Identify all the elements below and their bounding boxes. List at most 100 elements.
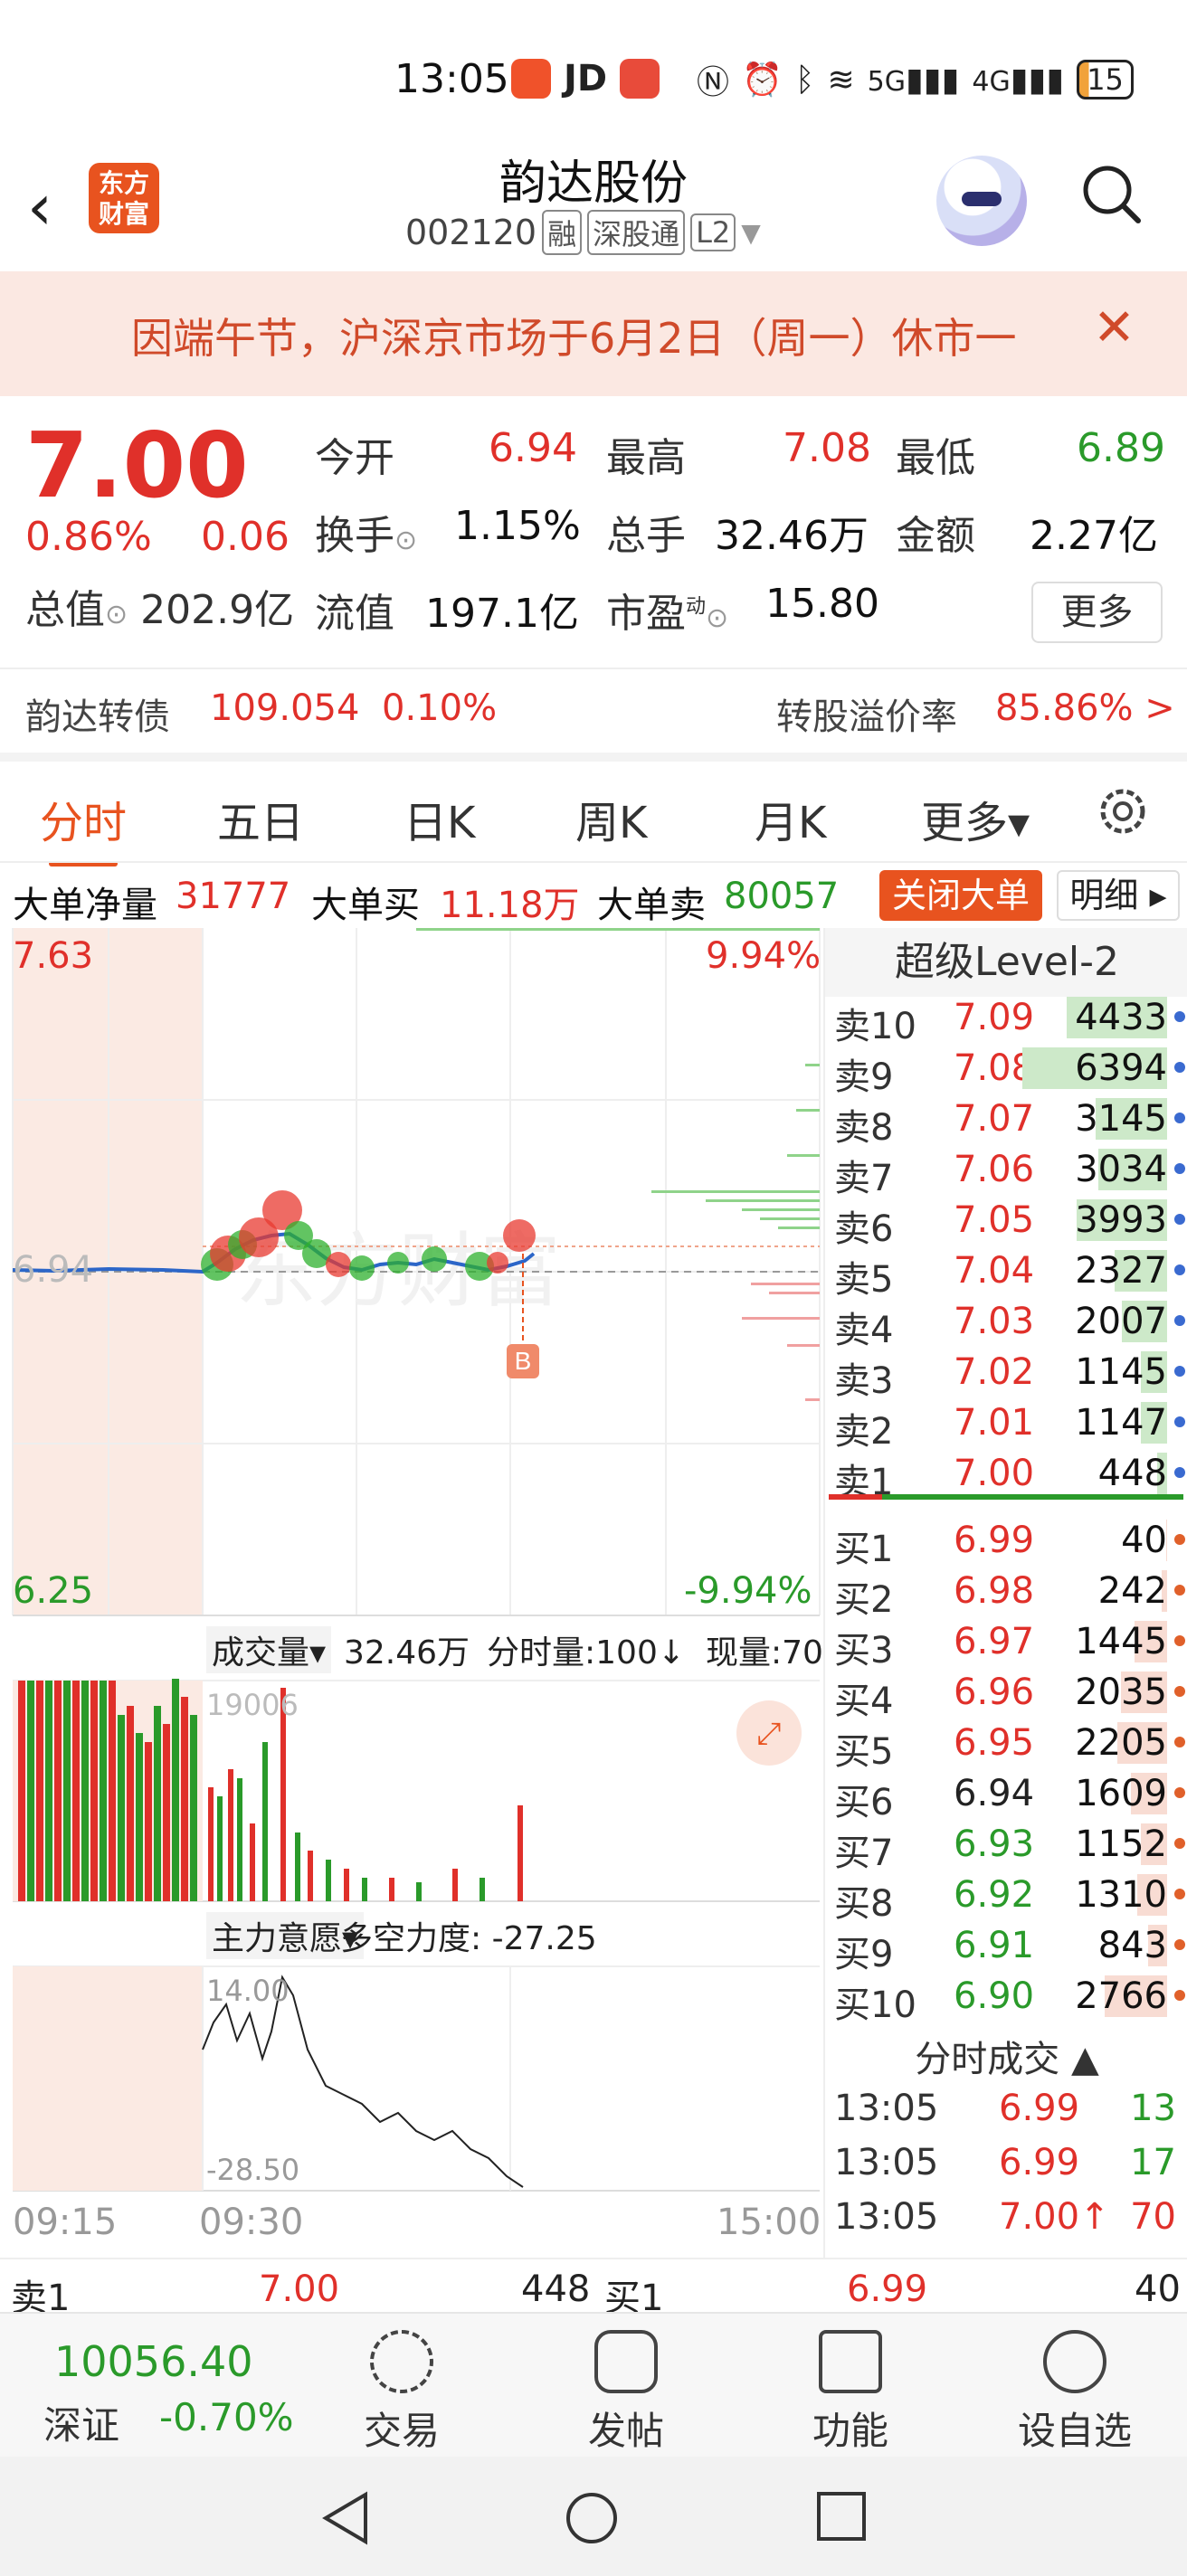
gear-icon[interactable] (1093, 781, 1153, 841)
stock-subtitle[interactable]: 002120 融 深股通 L2 ▼ (405, 210, 761, 255)
nav-post[interactable]: 发帖 (554, 2330, 698, 2456)
volume-label: 总手 (606, 513, 686, 559)
bid-row[interactable]: 买10 6.90 2766 (825, 1970, 1187, 2026)
more-dots-icon (1043, 2330, 1106, 2393)
buy-value: 11.18万 (440, 885, 580, 926)
trades-header[interactable]: 分时成交 ▲ (825, 2030, 1187, 2082)
ask-row[interactable]: 卖4 7.03 2007 (825, 1295, 1187, 1351)
ask-row[interactable]: 卖9 7.08 6394 (825, 1042, 1187, 1098)
premium-value: 85.86% > (995, 687, 1175, 729)
bid-qty: 40 (1121, 1520, 1167, 1561)
bid-qty: 2035 (1075, 1672, 1167, 1713)
ask-row[interactable]: 卖8 7.07 3145 (825, 1093, 1187, 1149)
net-label: 大单净量 (13, 885, 157, 926)
bid-price: 6.95 (954, 1722, 1035, 1764)
search-icon[interactable] (1078, 161, 1144, 226)
tab-five-day[interactable]: 五日 (217, 787, 304, 850)
bid-price: 6.97 (954, 1621, 1035, 1662)
home-circle-icon[interactable] (565, 2491, 619, 2545)
detail-button[interactable]: 明细 ▸ (1057, 870, 1180, 921)
premium-label: 转股溢价率 (776, 696, 957, 738)
holiday-notice-banner[interactable]: 因端午节，沪深京市场于6月2日（周一）休市一 ✕ (0, 271, 1187, 396)
intraday-chart[interactable]: 东方财富 B (0, 928, 823, 2258)
ask-dot-icon (1174, 1416, 1185, 1427)
float-cap-value: 197.1亿 (425, 591, 579, 637)
info-icon[interactable]: ⊙ (394, 525, 417, 556)
bid-row[interactable]: 买6 6.94 1609 (825, 1767, 1187, 1823)
index-value: 10056.40 (54, 2337, 253, 2386)
ask-qty: 6394 (1075, 1047, 1167, 1089)
depth-bars-sell (742, 1283, 820, 1401)
ask-row[interactable]: 卖2 7.01 1147 (825, 1397, 1187, 1453)
ref-price-label: 6.94 (13, 1249, 94, 1291)
index-name: 深证 (43, 2403, 120, 2448)
chevron-down-icon: ▼ (741, 217, 761, 248)
ask-dot-icon (1174, 1214, 1185, 1225)
notice-text: 因端午节，沪深京市场于6月2日（周一）休市一 (131, 314, 1017, 363)
close-big-order-button[interactable]: 关闭大单 (879, 870, 1042, 921)
tab-intraday[interactable]: 分时 (40, 787, 127, 867)
strip-ask-qty: 448 (521, 2268, 591, 2310)
bid-row[interactable]: 买4 6.96 2035 (825, 1666, 1187, 1722)
ask-row[interactable]: 卖10 7.09 4433 (825, 991, 1187, 1047)
tab-more[interactable]: 更多▾ (921, 787, 1030, 850)
bid-price: 6.93 (954, 1823, 1035, 1865)
tab-monthly-k[interactable]: 月K (755, 787, 826, 850)
ask-row[interactable]: 卖7 7.06 3034 (825, 1143, 1187, 1199)
turnover-label: 换手⊙ (315, 513, 418, 559)
ask-price: 7.02 (954, 1351, 1035, 1393)
nav-trade[interactable]: 交易 (329, 2330, 474, 2456)
recents-square-icon[interactable] (816, 2491, 867, 2542)
ask-row[interactable]: 卖3 7.02 1145 (825, 1346, 1187, 1402)
ask-price: 7.04 (954, 1250, 1035, 1292)
bid-qty: 1445 (1075, 1621, 1167, 1662)
bid-row[interactable]: 买7 6.93 1152 (825, 1818, 1187, 1874)
bid-row[interactable]: 买3 6.97 1445 (825, 1615, 1187, 1672)
ask-row[interactable]: 卖1 7.00 448 (825, 1447, 1187, 1503)
ask-row[interactable]: 卖5 7.04 2327 (825, 1245, 1187, 1301)
stock-code: 002120 (405, 213, 537, 252)
status-indicators: Ⓝ ⏰ ᛒ ≋ 5G▮▮▮ 4G▮▮▮ 15 (697, 56, 1134, 103)
more-button[interactable]: 更多 (1031, 582, 1163, 643)
level2-header[interactable]: 超级Level-2 (825, 928, 1187, 997)
convertible-bond-row[interactable]: 韵达转债 109.054 0.10% 转股溢价率 85.86% > (0, 668, 1187, 751)
indicator-low: -28.50 (206, 2153, 300, 2187)
tick-volume: 分时量:100↓ (487, 1634, 686, 1672)
bid-dot-icon (1174, 1990, 1185, 2001)
bond-label: 韵达转债 (25, 696, 170, 738)
edit-icon (594, 2330, 658, 2393)
info-icon[interactable]: ⊙ (706, 602, 728, 634)
ask-dot-icon (1174, 1113, 1185, 1123)
time-open: 09:30 (199, 2202, 304, 2243)
nav-functions[interactable]: 功能 (778, 2330, 923, 2456)
ask-qty: 3145 (1075, 1098, 1167, 1140)
ask-row[interactable]: 卖6 7.05 3993 (825, 1194, 1187, 1250)
index-change: -0.70% (159, 2395, 294, 2439)
buy-marker-text: B (515, 1347, 532, 1375)
tab-weekly-k[interactable]: 周K (575, 787, 647, 850)
nav-add-watchlist[interactable]: 设自选 (1002, 2330, 1147, 2456)
total-cap: 总值⊙ 202.9亿 (25, 587, 295, 633)
tab-daily-k[interactable]: 日K (404, 787, 475, 850)
bid-row[interactable]: 买9 6.91 843 (825, 1919, 1187, 1975)
volume-selector[interactable]: 成交量▾ (206, 1626, 332, 1673)
indicator-high: 14.00 (206, 1974, 290, 2008)
bid-qty: 2766 (1075, 1975, 1167, 2017)
bid-row[interactable]: 买8 6.92 1310 (825, 1869, 1187, 1925)
info-icon[interactable]: ⊙ (105, 599, 128, 630)
bid-dot-icon (1174, 1635, 1185, 1646)
time-end: 15:00 (717, 2202, 821, 2243)
open-label: 今开 (315, 435, 394, 481)
bid-row[interactable]: 买2 6.98 242 (825, 1565, 1187, 1621)
pe-label: 市盈动⊙ (606, 591, 729, 637)
close-icon[interactable]: ✕ (1093, 298, 1135, 357)
bid-row[interactable]: 买5 6.95 2205 (825, 1717, 1187, 1773)
status-bar: 13:05 JD Ⓝ ⏰ ᛒ ≋ 5G▮▮▮ 4G▮▮▮ 15 (0, 0, 1187, 154)
turnover-value: 1.15% (454, 503, 581, 549)
assistant-robot-icon[interactable] (936, 156, 1027, 246)
back-triangle-icon[interactable] (320, 2491, 371, 2545)
status-time: 13:05 (394, 56, 509, 102)
grid-icon (819, 2330, 882, 2393)
bid-row[interactable]: 买1 6.99 40 (825, 1514, 1187, 1570)
order-book[interactable]: 超级Level-2 卖10 7.09 4433 卖9 7.08 6394 卖8 7.07 314… (823, 928, 1187, 2258)
